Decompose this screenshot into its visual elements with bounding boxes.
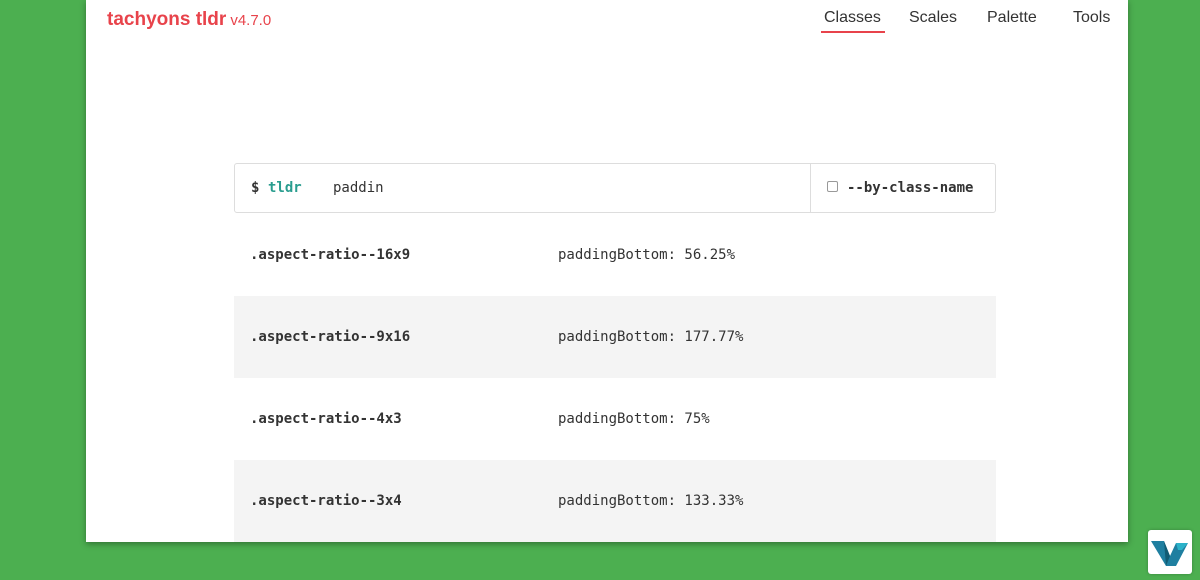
declaration: paddingBottom: 75% (558, 411, 710, 427)
vk-logo-icon (1151, 541, 1188, 566)
brand[interactable]: tachyons tldr v4.7.0 (107, 9, 271, 31)
class-name: .aspect-ratio--16x9 (250, 247, 411, 263)
nav-scales[interactable]: Scales (909, 9, 957, 27)
brand-name[interactable]: tachyons tldr (107, 9, 226, 30)
prompt-symbol: $ (251, 180, 260, 196)
brand-version: v4.7.0 (230, 12, 272, 29)
search-divider (810, 164, 811, 212)
nav-classes[interactable]: Classes (821, 9, 885, 33)
by-class-name-checkbox[interactable] (827, 181, 838, 192)
declaration: paddingBottom: 177.77% (558, 329, 744, 345)
results-list: .aspect-ratio--16x9 paddingBottom: 56.25… (234, 214, 996, 542)
result-row: .aspect-ratio--4x3 paddingBottom: 75% (234, 378, 996, 460)
command-label: tldr (268, 180, 302, 196)
result-row: .aspect-ratio--9x16 paddingBottom: 177.7… (234, 296, 996, 378)
app-window: tachyons tldr v4.7.0 Classes Scales Palet… (86, 0, 1128, 542)
declaration: paddingBottom: 56.25% (558, 247, 736, 263)
declaration: paddingBottom: 133.33% (558, 493, 744, 509)
nav-palette[interactable]: Palette (987, 9, 1037, 27)
search-bar: $ tldr --by-class-name (234, 163, 996, 213)
class-name: .aspect-ratio--3x4 (250, 493, 402, 509)
result-row: .aspect-ratio--3x4 paddingBottom: 133.33… (234, 460, 996, 542)
class-name: .aspect-ratio--9x16 (250, 329, 411, 345)
search-input[interactable] (333, 174, 793, 202)
corner-badge[interactable] (1148, 530, 1192, 574)
class-name: .aspect-ratio--4x3 (250, 411, 402, 427)
nav-tools[interactable]: Tools (1073, 9, 1110, 27)
by-class-name-label[interactable]: --by-class-name (847, 180, 973, 196)
result-row: .aspect-ratio--16x9 paddingBottom: 56.25… (234, 214, 996, 296)
